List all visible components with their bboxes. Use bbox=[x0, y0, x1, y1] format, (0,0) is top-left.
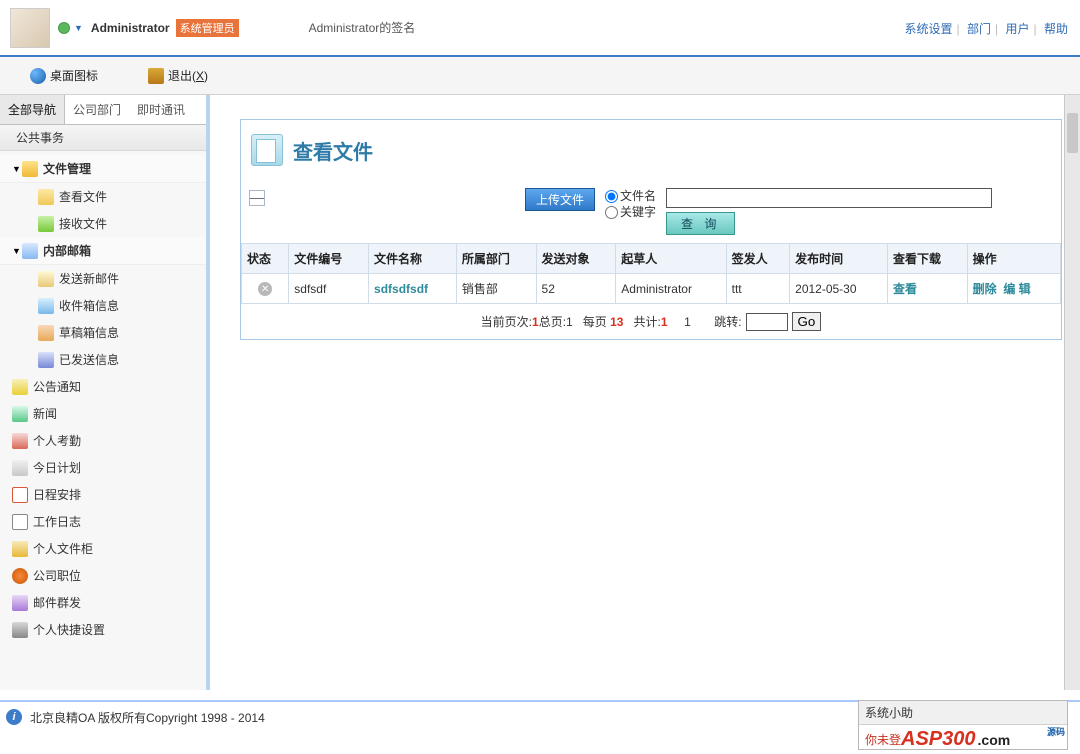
table-row: ✕ sdfsdf sdfsdfsdf 销售部 52 Administrator … bbox=[242, 274, 1061, 304]
copyright: 北京良精OA 版权所有Copyright 1998 - 2014 bbox=[30, 709, 265, 726]
sidebar-item-0[interactable]: ▼文件管理 bbox=[0, 155, 206, 183]
header-links: 系统设置| 部门| 用户| 帮助 bbox=[905, 20, 1068, 37]
user-signature: Administrator的签名 bbox=[309, 19, 416, 36]
sidebar-item-12[interactable]: 日程安排 bbox=[0, 481, 206, 508]
sent-icon bbox=[38, 352, 54, 368]
radio-filename[interactable]: 文件名 bbox=[605, 188, 656, 204]
sidebar-item-1[interactable]: 查看文件 bbox=[0, 183, 206, 210]
search-row: — 上传文件 文件名 关键字 查 询 bbox=[241, 184, 1061, 239]
role-badge: 系统管理员 bbox=[176, 19, 239, 37]
filebox-icon bbox=[12, 541, 28, 557]
sidebar-tabs: 全部导航 公司部门 即时通讯 bbox=[0, 95, 206, 125]
status-online-icon bbox=[58, 22, 70, 34]
pager: 当前页次:1总页:1 每页 13 共计:1 1 跳转:Go bbox=[241, 304, 1061, 339]
collapse-button[interactable]: — bbox=[249, 190, 265, 206]
file-name-link[interactable]: sdfsdfsdf bbox=[374, 282, 428, 296]
folder-open-icon bbox=[38, 189, 54, 205]
sidebar: 全部导航 公司部门 即时通讯 公共事务 ▼文件管理查看文件接收文件▼内部邮箱发送… bbox=[0, 95, 210, 690]
sidebar-item-9[interactable]: 新闻 bbox=[0, 400, 206, 427]
folder-icon bbox=[22, 161, 38, 177]
go-button[interactable]: Go bbox=[792, 312, 822, 331]
mail-icon bbox=[22, 243, 38, 259]
link-user[interactable]: 用户 bbox=[1006, 22, 1030, 36]
sidebar-tree: ▼文件管理查看文件接收文件▼内部邮箱发送新邮件收件箱信息草稿箱信息已发送信息公告… bbox=[0, 151, 206, 653]
sidebar-item-15[interactable]: 公司职位 bbox=[0, 562, 206, 589]
content: 查看文件 — 上传文件 文件名 关键字 查 询 状态文件编号文件名称所属部门发送… bbox=[210, 95, 1080, 690]
system-helper-widget[interactable]: 系统小助 你未登 ASP300.com 源码 bbox=[858, 700, 1068, 750]
delete-link[interactable]: 删除 bbox=[973, 282, 997, 296]
search-input[interactable] bbox=[666, 188, 992, 208]
calendar-icon bbox=[12, 487, 28, 503]
file-table: 状态文件编号文件名称所属部门发送对象起草人签发人发布时间查看下载操作 ✕ sdf… bbox=[241, 243, 1061, 304]
toolbar: 桌面图标 退出(X) bbox=[0, 57, 1080, 95]
tab-company-dept[interactable]: 公司部门 bbox=[65, 95, 129, 124]
attend-icon bbox=[12, 433, 28, 449]
sidebar-item-13[interactable]: 工作日志 bbox=[0, 508, 206, 535]
panel-title: 查看文件 bbox=[241, 120, 1061, 184]
app-header: ▼ Administrator 系统管理员 Administrator的签名 系… bbox=[0, 0, 1080, 57]
chevron-down-icon: ▼ bbox=[12, 164, 22, 174]
chevron-down-icon[interactable]: ▼ bbox=[74, 23, 83, 33]
link-sys-settings[interactable]: 系统设置 bbox=[905, 22, 953, 36]
folder-green-icon bbox=[38, 216, 54, 232]
avatar[interactable] bbox=[10, 8, 50, 48]
draft-icon bbox=[38, 325, 54, 341]
tab-all-nav[interactable]: 全部导航 bbox=[0, 95, 65, 124]
edit-link[interactable]: 编 辑 bbox=[1003, 282, 1030, 296]
news-icon bbox=[12, 406, 28, 422]
upload-file-button[interactable]: 上传文件 bbox=[525, 188, 595, 211]
sidebar-item-14[interactable]: 个人文件柜 bbox=[0, 535, 206, 562]
tab-im[interactable]: 即时通讯 bbox=[129, 95, 193, 124]
desktop-icon bbox=[30, 68, 46, 84]
link-dept[interactable]: 部门 bbox=[967, 22, 991, 36]
desktop-icons-button[interactable]: 桌面图标 bbox=[30, 67, 98, 84]
chevron-down-icon: ▼ bbox=[12, 246, 22, 256]
mail-in-icon bbox=[38, 298, 54, 314]
sidebar-item-8[interactable]: 公告通知 bbox=[0, 373, 206, 400]
link-help[interactable]: 帮助 bbox=[1044, 22, 1068, 36]
info-icon: i bbox=[6, 709, 22, 725]
sidebar-strip[interactable]: 公共事务 bbox=[0, 125, 206, 151]
view-link[interactable]: 查看 bbox=[893, 282, 917, 296]
documents-icon bbox=[251, 134, 283, 166]
exit-icon bbox=[148, 68, 164, 84]
sidebar-item-7[interactable]: 已发送信息 bbox=[0, 346, 206, 373]
search-type-radios: 文件名 关键字 bbox=[605, 188, 656, 220]
settings-icon bbox=[12, 622, 28, 638]
vertical-scrollbar[interactable] bbox=[1064, 95, 1080, 690]
mailgroup-icon bbox=[12, 595, 28, 611]
jump-input[interactable] bbox=[746, 313, 788, 331]
search-button[interactable]: 查 询 bbox=[666, 212, 735, 235]
main-area: 全部导航 公司部门 即时通讯 公共事务 ▼文件管理查看文件接收文件▼内部邮箱发送… bbox=[0, 95, 1080, 690]
exit-button[interactable]: 退出(X) bbox=[148, 67, 208, 84]
announce-icon bbox=[12, 379, 28, 395]
brand-logo: ASP300.com bbox=[901, 728, 1010, 751]
panel: 查看文件 — 上传文件 文件名 关键字 查 询 状态文件编号文件名称所属部门发送… bbox=[240, 119, 1062, 340]
status-disabled-icon: ✕ bbox=[258, 282, 272, 296]
sidebar-item-2[interactable]: 接收文件 bbox=[0, 210, 206, 237]
sidebar-item-4[interactable]: 发送新邮件 bbox=[0, 265, 206, 292]
radio-keyword[interactable]: 关键字 bbox=[605, 204, 656, 220]
mail-new-icon bbox=[38, 271, 54, 287]
plan-icon bbox=[12, 460, 28, 476]
log-icon bbox=[12, 514, 28, 530]
sidebar-item-10[interactable]: 个人考勤 bbox=[0, 427, 206, 454]
sidebar-item-5[interactable]: 收件箱信息 bbox=[0, 292, 206, 319]
sidebar-item-11[interactable]: 今日计划 bbox=[0, 454, 206, 481]
org-icon bbox=[12, 568, 28, 584]
user-name: Administrator bbox=[91, 21, 170, 35]
sidebar-item-17[interactable]: 个人快捷设置 bbox=[0, 616, 206, 643]
sidebar-item-3[interactable]: ▼内部邮箱 bbox=[0, 237, 206, 265]
sidebar-item-6[interactable]: 草稿箱信息 bbox=[0, 319, 206, 346]
sidebar-item-16[interactable]: 邮件群发 bbox=[0, 589, 206, 616]
